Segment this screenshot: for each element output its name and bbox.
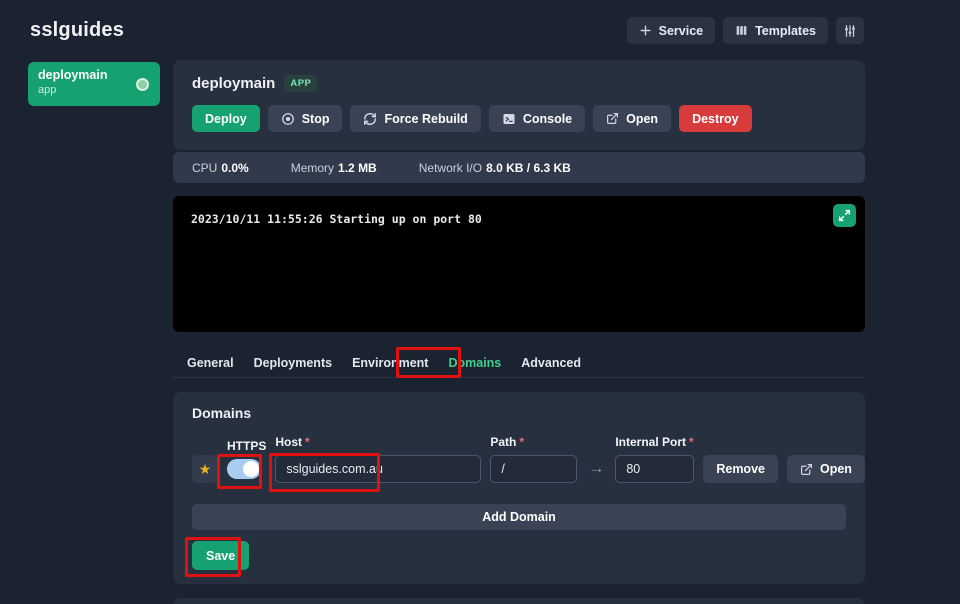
filters-button[interactable] <box>836 17 864 44</box>
memory-stat: Memory1.2 MB <box>291 161 377 175</box>
open-domain-label: Open <box>820 462 852 476</box>
domains-panel: Domains ★ HTTPS Host* Path* → Internal P… <box>173 392 865 584</box>
sidebar-app-name: deploymain <box>38 68 150 82</box>
topbar-actions: Service Templates <box>627 17 864 44</box>
required-mark: * <box>519 435 524 449</box>
external-link-icon <box>606 112 619 125</box>
stop-icon <box>281 112 295 126</box>
path-label: Path* <box>490 435 577 449</box>
destroy-label: Destroy <box>692 112 739 126</box>
deploy-button[interactable]: Deploy <box>192 105 260 132</box>
app-title: deploymain <box>192 75 275 92</box>
remove-label: Remove <box>716 462 765 476</box>
remove-domain-button[interactable]: Remove <box>703 455 778 483</box>
tab-environment[interactable]: Environment <box>350 354 430 372</box>
add-service-label: Service <box>659 24 703 38</box>
save-button[interactable]: Save <box>192 541 249 570</box>
stop-label: Stop <box>302 112 330 126</box>
tab-advanced[interactable]: Advanced <box>519 354 583 372</box>
internal-port-label: Internal Port* <box>615 435 694 449</box>
destroy-button[interactable]: Destroy <box>679 105 752 132</box>
domains-heading: Domains <box>192 405 846 421</box>
console-label: Console <box>523 112 572 126</box>
columns-icon <box>735 24 748 37</box>
host-label: Host* <box>275 435 481 449</box>
force-rebuild-button[interactable]: Force Rebuild <box>350 105 480 132</box>
network-value: 8.0 KB / 6.3 KB <box>486 161 571 175</box>
templates-label: Templates <box>755 24 816 38</box>
internal-port-input[interactable] <box>615 455 694 483</box>
sidebar-app-type: app <box>38 84 150 96</box>
external-link-icon <box>800 463 813 476</box>
tab-domains[interactable]: Domains <box>446 354 503 372</box>
open-button[interactable]: Open <box>593 105 671 132</box>
add-service-button[interactable]: Service <box>627 17 715 44</box>
open-domain-button[interactable]: Open <box>787 455 865 483</box>
toggle-knob <box>243 461 259 477</box>
arrow-right-icon: → <box>586 460 606 483</box>
required-mark: * <box>305 435 310 449</box>
status-dot-icon <box>136 78 149 91</box>
maximize-icon <box>838 209 851 222</box>
app-type-badge: APP <box>284 75 317 92</box>
app-window: sslguides Service Templates deploymain a… <box>0 0 960 604</box>
stop-button[interactable]: Stop <box>268 105 343 132</box>
page-title: sslguides <box>30 19 124 42</box>
console-log-line: 2023/10/11 11:55:26 Starting up on port … <box>191 212 847 226</box>
app-header-panel: deploymain APP Deploy Stop Force Rebuild <box>173 60 865 150</box>
app-tabs: General Deployments Environment Domains … <box>173 349 865 378</box>
cpu-value: 0.0% <box>221 161 248 175</box>
https-toggle[interactable] <box>227 459 261 479</box>
favorite-domain-button[interactable]: ★ <box>192 455 218 483</box>
refresh-icon <box>363 112 377 126</box>
deploy-label: Deploy <box>205 112 247 126</box>
cpu-stat: CPU0.0% <box>192 161 249 175</box>
tab-deployments[interactable]: Deployments <box>252 354 335 372</box>
sidebar-app-card[interactable]: deploymain app <box>28 62 160 106</box>
star-icon: ★ <box>199 461 212 478</box>
plus-icon <box>639 24 652 37</box>
required-mark: * <box>689 435 694 449</box>
stats-bar: CPU0.0% Memory1.2 MB Network I/O8.0 KB /… <box>173 152 865 183</box>
expand-console-button[interactable] <box>833 204 856 227</box>
sliders-icon <box>843 24 857 38</box>
network-stat: Network I/O8.0 KB / 6.3 KB <box>419 161 571 175</box>
app-actions: Deploy Stop Force Rebuild Console <box>192 105 846 132</box>
path-input[interactable] <box>490 455 577 483</box>
next-panel-edge <box>173 598 865 604</box>
domain-row: ★ HTTPS Host* Path* → Internal Port* Rem… <box>192 435 846 483</box>
console-log-area[interactable]: 2023/10/11 11:55:26 Starting up on port … <box>173 196 865 332</box>
save-label: Save <box>206 549 235 563</box>
host-input[interactable] <box>275 455 481 483</box>
open-label: Open <box>626 112 658 126</box>
force-rebuild-label: Force Rebuild <box>384 112 467 126</box>
https-label: HTTPS <box>227 439 266 453</box>
tab-general[interactable]: General <box>185 354 236 372</box>
add-domain-button[interactable]: Add Domain <box>192 504 846 530</box>
memory-value: 1.2 MB <box>338 161 377 175</box>
console-button[interactable]: Console <box>489 105 585 132</box>
templates-button[interactable]: Templates <box>723 17 828 44</box>
terminal-icon <box>502 112 516 126</box>
